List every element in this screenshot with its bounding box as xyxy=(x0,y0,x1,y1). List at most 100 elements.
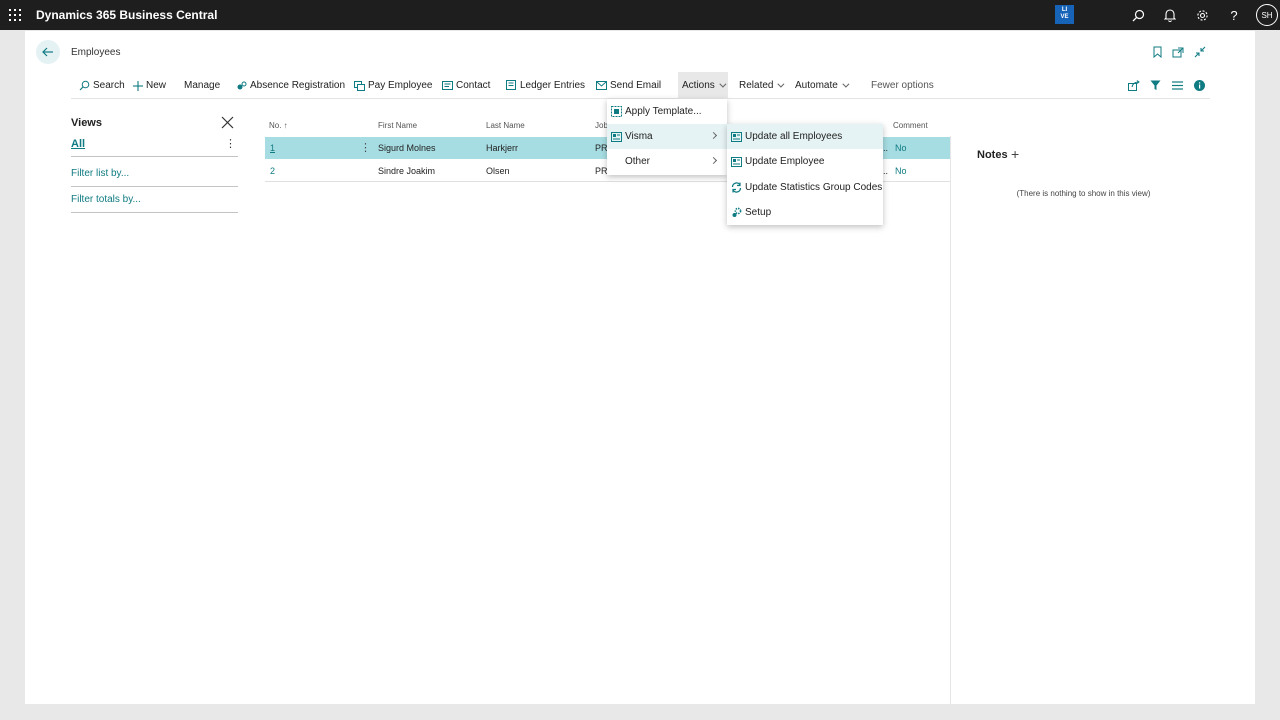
row-menu-icon[interactable]: ⋮ xyxy=(360,141,371,154)
collapse-icon[interactable] xyxy=(1193,45,1207,59)
cell-job: PR xyxy=(595,166,608,176)
filter-totals-by-link[interactable]: Filter totals by... xyxy=(71,194,141,205)
pay-employee-button[interactable]: Pay Employee xyxy=(354,72,432,99)
automate-label: Automate xyxy=(795,80,838,91)
other-menu-item[interactable]: Other xyxy=(607,149,727,174)
setup-label: Setup xyxy=(745,207,772,218)
views-divider xyxy=(71,156,238,157)
list-view-icon[interactable] xyxy=(1171,79,1184,92)
contact-label: Contact xyxy=(456,80,491,91)
fewer-options-label: Fewer options xyxy=(871,80,934,91)
actions-label: Actions xyxy=(682,80,715,91)
column-header-first-name[interactable]: First Name xyxy=(378,121,417,130)
chevron-down-icon xyxy=(842,80,850,88)
filter-icon[interactable] xyxy=(1149,79,1162,92)
column-header-comment[interactable]: Comment xyxy=(893,121,928,130)
cell-comment[interactable]: No xyxy=(895,143,907,153)
notes-empty-text: (There is nothing to show in this view) xyxy=(1016,189,1151,198)
share-icon[interactable] xyxy=(1127,79,1140,92)
help-icon[interactable]: ? xyxy=(1225,6,1243,24)
bell-icon[interactable] xyxy=(1161,6,1179,24)
app-top-bar: Dynamics 365 Business Central LI VE ? SH xyxy=(0,0,1280,30)
chevron-down-icon xyxy=(719,80,727,88)
chevron-right-icon xyxy=(709,131,718,140)
manage-button[interactable]: Manage xyxy=(184,72,220,99)
contact-button[interactable]: Contact xyxy=(442,72,490,99)
related-menu-button[interactable]: Related xyxy=(739,72,785,99)
fewer-options-button[interactable]: Fewer options xyxy=(871,72,934,99)
contact-card-icon xyxy=(442,81,453,90)
send-email-label: Send Email xyxy=(610,80,662,91)
views-divider xyxy=(71,212,238,213)
actions-dropdown-menu: Apply Template... Visma Other xyxy=(607,99,727,175)
column-header-last-name[interactable]: Last Name xyxy=(486,121,525,130)
employees-page: Employees Search New Manage Absence Regi… xyxy=(25,31,1255,704)
cell-last-name: Harkjerr xyxy=(486,143,519,153)
filter-list-by-link[interactable]: Filter list by... xyxy=(71,168,129,179)
apply-template-menu-item[interactable]: Apply Template... xyxy=(607,99,727,124)
search-icon xyxy=(79,80,90,91)
app-title[interactable]: Dynamics 365 Business Central xyxy=(36,8,217,22)
cell-no[interactable]: 1 xyxy=(270,143,275,153)
refresh-icon xyxy=(730,182,742,194)
new-label: New xyxy=(146,80,167,91)
cell-no[interactable]: 2 xyxy=(270,166,275,176)
absence-registration-button[interactable]: Absence Registration xyxy=(237,72,345,99)
template-icon xyxy=(610,106,622,118)
visma-label: Visma xyxy=(625,131,653,142)
update-card-icon xyxy=(730,156,742,168)
arrow-left-icon xyxy=(42,47,53,57)
cell-truncated: .. xyxy=(883,143,889,153)
automate-menu-button[interactable]: Automate xyxy=(795,72,850,99)
view-all-link[interactable]: All xyxy=(71,138,85,150)
user-avatar[interactable]: SH xyxy=(1256,4,1278,26)
chevron-right-icon xyxy=(709,156,718,165)
cell-first-name: Sindre Joakim xyxy=(378,166,436,176)
close-views-icon[interactable] xyxy=(221,116,234,129)
cell-truncated: .. xyxy=(883,166,889,176)
update-statistics-group-codes-menu-item[interactable]: Update Statistics Group Codes xyxy=(727,175,883,200)
new-button[interactable]: New xyxy=(133,72,166,99)
back-button[interactable] xyxy=(36,40,60,64)
visma-submenu: Update all Employees Update Employee Upd… xyxy=(727,124,883,225)
update-employee-label: Update Employee xyxy=(745,156,825,167)
search-button[interactable]: Search xyxy=(79,72,125,99)
bookmark-icon[interactable] xyxy=(1150,45,1164,59)
visma-icon xyxy=(610,131,622,143)
update-all-employees-menu-item[interactable]: Update all Employees xyxy=(727,124,883,149)
payment-icon xyxy=(354,80,365,91)
other-label: Other xyxy=(625,156,651,167)
open-new-window-icon[interactable] xyxy=(1171,45,1185,59)
page-title: Employees xyxy=(71,47,121,58)
app-launcher-icon[interactable] xyxy=(9,9,21,21)
setup-menu-item[interactable]: Setup xyxy=(727,200,883,225)
cell-last-name: Olsen xyxy=(486,166,510,176)
view-more-options-icon[interactable]: ⋮ xyxy=(225,137,236,150)
column-header-no[interactable]: No. ↑ xyxy=(269,121,288,130)
actions-menu-button[interactable]: Actions xyxy=(678,72,728,99)
ledger-entries-button[interactable]: Ledger Entries xyxy=(506,72,585,99)
cell-comment[interactable]: No xyxy=(895,166,907,176)
search-icon[interactable] xyxy=(1129,6,1147,24)
info-icon[interactable] xyxy=(1193,79,1206,92)
environment-badge[interactable]: LI VE xyxy=(1055,5,1074,24)
update-statistics-group-codes-label: Update Statistics Group Codes xyxy=(745,182,883,193)
add-note-icon[interactable]: + xyxy=(1011,147,1019,161)
send-email-button[interactable]: Send Email xyxy=(596,72,661,99)
notes-factbox: Notes + (There is nothing to show in thi… xyxy=(950,136,1210,704)
env-badge-top: LI xyxy=(1061,7,1068,13)
views-title: Views xyxy=(71,117,102,129)
notes-title: Notes xyxy=(977,149,1008,161)
apply-template-label: Apply Template... xyxy=(625,106,702,117)
column-header-job[interactable]: Job xyxy=(595,121,608,130)
absence-icon xyxy=(237,81,247,91)
update-employee-menu-item[interactable]: Update Employee xyxy=(727,149,883,174)
gear-icon[interactable] xyxy=(1193,6,1211,24)
views-divider xyxy=(71,186,238,187)
plus-icon xyxy=(133,80,143,91)
env-badge-bottom: VE xyxy=(1060,14,1069,20)
ledger-icon xyxy=(506,80,517,91)
update-list-icon xyxy=(730,131,742,143)
visma-menu-item[interactable]: Visma xyxy=(607,124,727,149)
cell-first-name: Sigurd Molnes xyxy=(378,143,436,153)
